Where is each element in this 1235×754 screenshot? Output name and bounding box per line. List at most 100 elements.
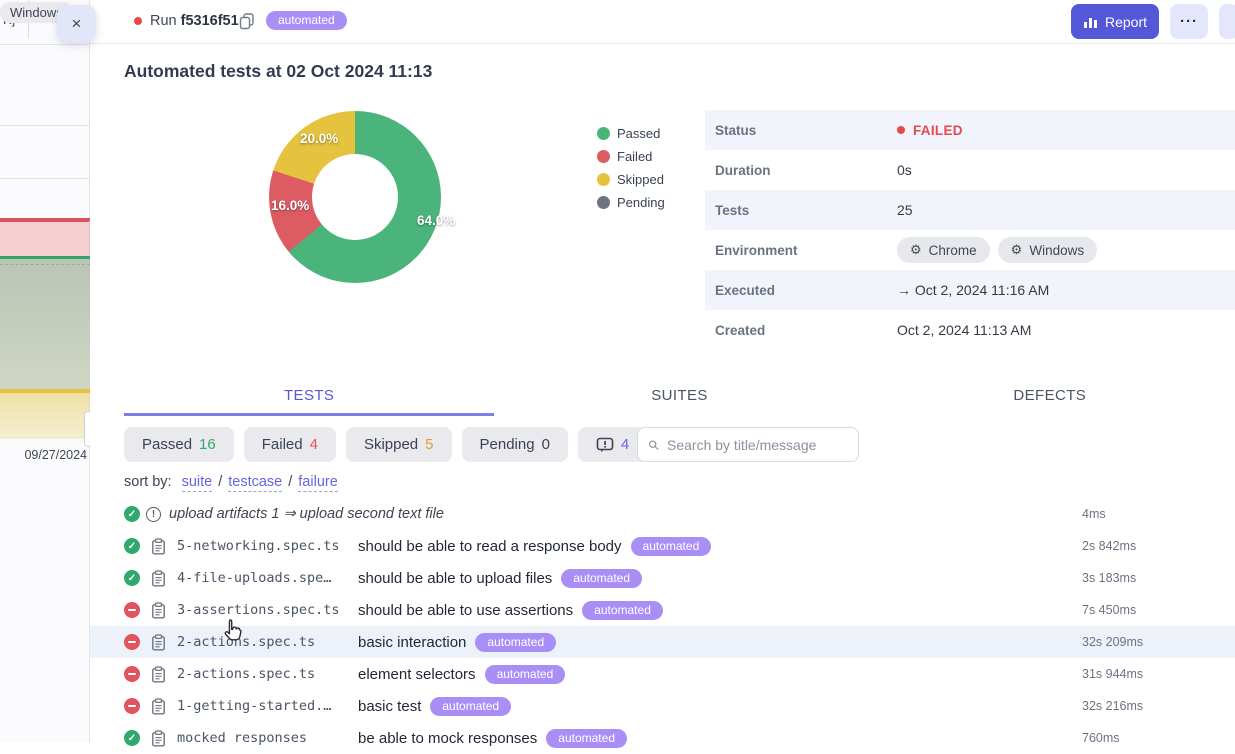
legend-label: Passed [617, 126, 660, 141]
summary-row-created: Created Oct 2, 2024 11:13 AM [705, 310, 1235, 350]
test-duration: 31s 944ms [1082, 667, 1235, 681]
test-title: basic interaction [358, 634, 466, 651]
legend-item-pending[interactable]: Pending [597, 191, 665, 214]
close-panel-button[interactable]: × [57, 5, 96, 42]
search-box [637, 427, 859, 462]
sort-by-testcase-link[interactable]: testcase [228, 474, 282, 492]
tab-defects[interactable]: DEFECTS [865, 378, 1235, 416]
sort-bar: sort by: suite/testcase/failure [124, 474, 338, 490]
comment-icon [596, 437, 614, 453]
sort-by-failure-link[interactable]: failure [298, 474, 338, 492]
test-row[interactable]: 5-networking.spec.ts should be able to r… [90, 530, 1235, 562]
chart-passed-area [0, 259, 90, 389]
filter-label: Pending [480, 436, 535, 453]
result-tabs: TESTS SUITES DEFECTS [124, 378, 1235, 416]
status-filter-bar: Passed 16 Failed 4 Skipped 5 Pending 0 4 [124, 427, 647, 462]
background-area-chart-fragment [0, 218, 90, 446]
test-title: should be able to read a response body [358, 538, 622, 555]
legend-item-skipped[interactable]: Skipped [597, 168, 665, 191]
summary-label: Created [705, 323, 897, 338]
divider [0, 44, 90, 45]
summary-label: Tests [705, 203, 897, 218]
filter-label: Passed [142, 436, 192, 453]
test-file: 2-actions.spec.ts [177, 634, 358, 650]
clipboard-icon [150, 570, 167, 587]
test-title: upload artifacts 1 ⇒ upload second text … [169, 506, 444, 522]
legend-label: Skipped [617, 172, 664, 187]
passed-status-icon [124, 538, 140, 554]
gear-icon: ⚙ [1011, 242, 1023, 258]
run-title: Run f5316f51 [150, 13, 239, 29]
legend-dot [597, 196, 610, 209]
filter-skipped-button[interactable]: Skipped 5 [346, 427, 452, 462]
donut-hole [312, 154, 398, 240]
automated-badge: automated [582, 601, 663, 620]
failed-status-dot [897, 126, 905, 134]
environment-chip-windows[interactable]: ⚙ Windows [998, 237, 1097, 263]
failed-status-icon [124, 666, 140, 682]
legend-item-failed[interactable]: Failed [597, 145, 665, 168]
test-duration: 32s 209ms [1082, 635, 1235, 649]
automated-badge: automated [266, 11, 347, 30]
test-duration: 7s 450ms [1082, 603, 1235, 617]
tab-suites[interactable]: SUITES [494, 378, 864, 416]
chart-legend: Passed Failed Skipped Pending [597, 122, 665, 214]
tab-tests[interactable]: TESTS [124, 378, 494, 416]
slice-label-failed: 16.0% [271, 198, 309, 213]
test-row[interactable]: mocked responses be able to mock respons… [90, 722, 1235, 754]
filter-failed-button[interactable]: Failed 4 [244, 427, 336, 462]
environment-chip-label: Windows [1029, 243, 1084, 258]
legend-dot [597, 150, 610, 163]
automated-badge: automated [631, 537, 712, 556]
passed-status-icon [124, 730, 140, 746]
legend-label: Pending [617, 195, 665, 210]
sort-by-suite-link[interactable]: suite [182, 474, 213, 492]
test-title: should be able to upload files [358, 570, 552, 587]
clipboard-icon [150, 602, 167, 619]
automated-badge: automated [430, 697, 511, 716]
test-row[interactable]: 2-actions.spec.ts element selectorsautom… [90, 658, 1235, 690]
clipboard-icon [150, 698, 167, 715]
report-button[interactable]: Report [1071, 4, 1159, 39]
test-duration: 3s 183ms [1082, 571, 1235, 585]
search-input[interactable] [667, 437, 848, 453]
divider [0, 125, 90, 126]
passed-status-icon [124, 506, 140, 522]
legend-item-passed[interactable]: Passed [597, 122, 665, 145]
more-options-button[interactable]: ··· [1170, 4, 1208, 39]
test-duration: 2s 842ms [1082, 539, 1235, 553]
test-duration: 32s 216ms [1082, 699, 1235, 713]
run-label: Run [150, 13, 177, 29]
slice-label-passed: 64.0% [417, 213, 455, 228]
environment-chip-chrome[interactable]: ⚙ Chrome [897, 237, 990, 263]
copy-icon[interactable] [238, 12, 256, 30]
test-row[interactable]: 1-getting-started.… basic testautomated … [90, 690, 1235, 722]
test-row-step[interactable]: ! upload artifacts 1 ⇒ upload second tex… [90, 498, 1235, 530]
summary-value: → Oct 2, 2024 11:16 AM [897, 282, 1049, 298]
test-file: 4-file-uploads.spe… [177, 570, 358, 586]
test-result-list: ! upload artifacts 1 ⇒ upload second tex… [90, 498, 1235, 754]
test-title: should be able to use assertions [358, 602, 573, 619]
filter-count: 4 [621, 436, 629, 453]
filter-passed-button[interactable]: Passed 16 [124, 427, 234, 462]
filter-count: 0 [542, 436, 550, 453]
failed-status-icon [124, 602, 140, 618]
filter-count: 5 [425, 436, 433, 453]
test-duration: 4ms [1082, 507, 1235, 521]
test-row[interactable]: 3-assertions.spec.ts should be able to u… [90, 594, 1235, 626]
test-title: element selectors [358, 666, 476, 683]
filter-count: 16 [199, 436, 216, 453]
summary-row-environment: Environment ⚙ Chrome ⚙ Windows [705, 230, 1235, 270]
test-file: 3-assertions.spec.ts [177, 602, 358, 618]
test-row[interactable]: 4-file-uploads.spe… should be able to up… [90, 562, 1235, 594]
partial-button[interactable] [1219, 4, 1235, 39]
environment-chip-label: Chrome [929, 243, 977, 258]
summary-label: Executed [705, 283, 897, 298]
summary-label: Environment [705, 243, 897, 258]
test-file: 2-actions.spec.ts [177, 666, 358, 682]
test-title: be able to mock responses [358, 730, 537, 747]
test-row-highlighted[interactable]: 2-actions.spec.ts basic interactionautom… [90, 626, 1235, 658]
filter-pending-button[interactable]: Pending 0 [462, 427, 568, 462]
run-id: f5316f51 [181, 13, 239, 29]
chart-x-axis-date: 09/27/2024 [24, 448, 87, 462]
